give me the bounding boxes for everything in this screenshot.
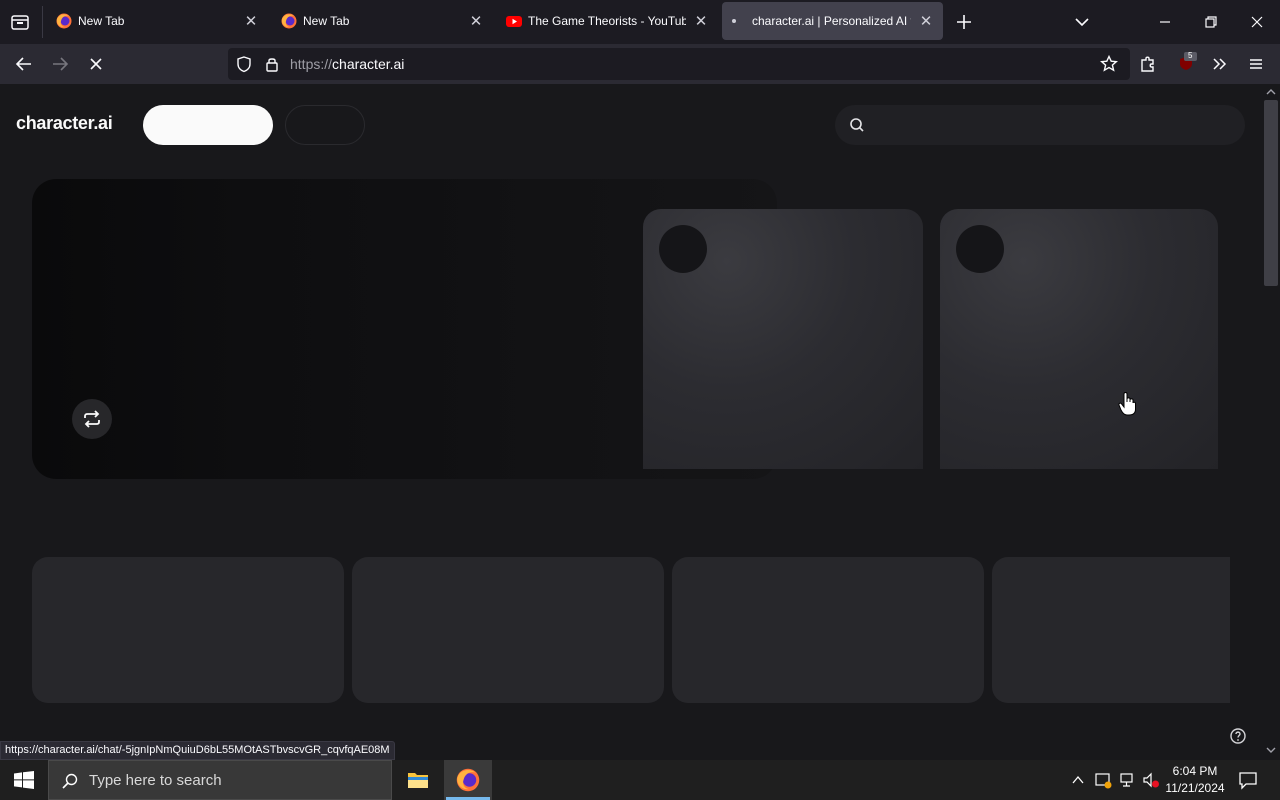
ublock-origin-icon[interactable]: 5	[1175, 51, 1197, 74]
show-hidden-icons-chevron-icon[interactable]	[1071, 773, 1085, 787]
hand-cursor-icon	[1118, 391, 1138, 417]
tab-character-ai[interactable]: character.ai | Personalized AI fo ✕	[722, 2, 943, 40]
character-ai-logo[interactable]: character.ai	[16, 113, 113, 134]
tab-title: New Tab	[303, 14, 350, 28]
search-icon	[61, 772, 79, 790]
tab-title: New Tab	[78, 14, 125, 28]
extensions-puzzle-icon[interactable]	[1138, 54, 1158, 74]
search-bar[interactable]	[835, 105, 1245, 145]
volume-muted-icon[interactable]	[1142, 771, 1160, 789]
tab-divider	[42, 6, 43, 38]
browser-tab-bar: New Tab ✕ New Tab ✕ The Game Theorists -…	[0, 0, 1280, 44]
scroll-up-arrow-icon[interactable]	[1266, 88, 1276, 96]
close-tab-icon[interactable]: ✕	[692, 12, 710, 30]
back-arrow-icon[interactable]	[14, 54, 34, 74]
taskbar-firefox-button[interactable]	[444, 760, 492, 800]
featured-character-card[interactable]	[643, 209, 923, 469]
file-explorer-icon[interactable]	[406, 768, 430, 792]
network-icon[interactable]	[1118, 771, 1136, 789]
tab-new-tab-1[interactable]: New Tab ✕	[50, 2, 266, 40]
bookmark-star-icon[interactable]	[1099, 54, 1119, 74]
stop-loading-icon[interactable]	[86, 54, 106, 74]
browser-navigation-bar: https://character.ai 5	[0, 44, 1280, 84]
windows-taskbar: Type here to search 6:04 PM 11/21/2024	[0, 760, 1280, 800]
taskbar-search-box[interactable]: Type here to search	[48, 760, 392, 800]
security-alert-icon[interactable]	[1094, 771, 1112, 789]
loading-placeholder-button-secondary[interactable]	[285, 105, 365, 145]
restore-window-icon[interactable]	[1201, 12, 1221, 32]
url-protocol: https://	[290, 56, 333, 72]
forward-arrow-icon[interactable]	[50, 54, 70, 74]
list-all-tabs-icon[interactable]	[1072, 12, 1092, 32]
address-bar[interactable]: https://character.ai	[228, 48, 1130, 80]
shuffle-refresh-icon[interactable]	[72, 399, 112, 439]
tab-youtube[interactable]: The Game Theorists - YouTube ✕	[500, 2, 716, 40]
character-tile-placeholder[interactable]	[992, 557, 1230, 703]
character-tile-placeholder[interactable]	[32, 557, 344, 703]
scroll-down-arrow-icon[interactable]	[1266, 746, 1276, 754]
url-host: character.ai	[332, 56, 405, 72]
more-tools-chevrons-icon[interactable]	[1210, 54, 1230, 74]
minimize-window-icon[interactable]	[1155, 12, 1175, 32]
loading-placeholder-button[interactable]	[143, 105, 273, 145]
notifications-icon[interactable]	[1238, 770, 1258, 790]
extension-badge-count: 5	[1188, 51, 1193, 60]
clock-date: 11/21/2024	[1165, 781, 1225, 795]
close-tab-icon[interactable]: ✕	[242, 12, 260, 30]
web-page: character.ai	[0, 84, 1262, 760]
featured-character-card[interactable]	[940, 209, 1218, 469]
tab-new-tab-2[interactable]: New Tab ✕	[275, 2, 491, 40]
help-icon[interactable]	[1228, 726, 1248, 746]
taskbar-clock[interactable]: 6:04 PM 11/21/2024	[1160, 763, 1230, 797]
firefox-view-icon[interactable]	[10, 12, 30, 32]
windows-start-icon[interactable]	[14, 771, 34, 789]
clock-time: 6:04 PM	[1172, 764, 1218, 778]
character-tile-placeholder[interactable]	[672, 557, 984, 703]
firefox-icon	[456, 768, 480, 792]
lock-icon[interactable]	[263, 55, 281, 73]
character-tile-placeholder[interactable]	[352, 557, 664, 703]
hamburger-menu-icon[interactable]	[1246, 54, 1266, 74]
search-icon	[849, 117, 865, 133]
firefox-icon	[56, 13, 72, 29]
tab-title: character.ai | Personalized AI fo	[752, 14, 911, 28]
close-tab-icon[interactable]: ✕	[917, 12, 935, 30]
url-text[interactable]: https://character.ai	[290, 56, 404, 72]
avatar	[956, 225, 1004, 273]
link-status-url: https://character.ai/chat/-5jgnIpNmQuiuD…	[0, 741, 395, 760]
close-tab-icon[interactable]: ✕	[467, 12, 485, 30]
youtube-icon	[506, 13, 522, 29]
avatar	[659, 225, 707, 273]
close-window-icon[interactable]	[1247, 12, 1267, 32]
tab-title: The Game Theorists - YouTube	[528, 14, 686, 28]
new-tab-button[interactable]	[954, 12, 974, 32]
loading-dot-icon	[730, 13, 746, 29]
scrollbar-thumb[interactable]	[1264, 100, 1278, 286]
taskbar-search-placeholder: Type here to search	[89, 772, 222, 789]
tracking-protection-shield-icon[interactable]	[235, 55, 253, 73]
firefox-icon	[281, 13, 297, 29]
